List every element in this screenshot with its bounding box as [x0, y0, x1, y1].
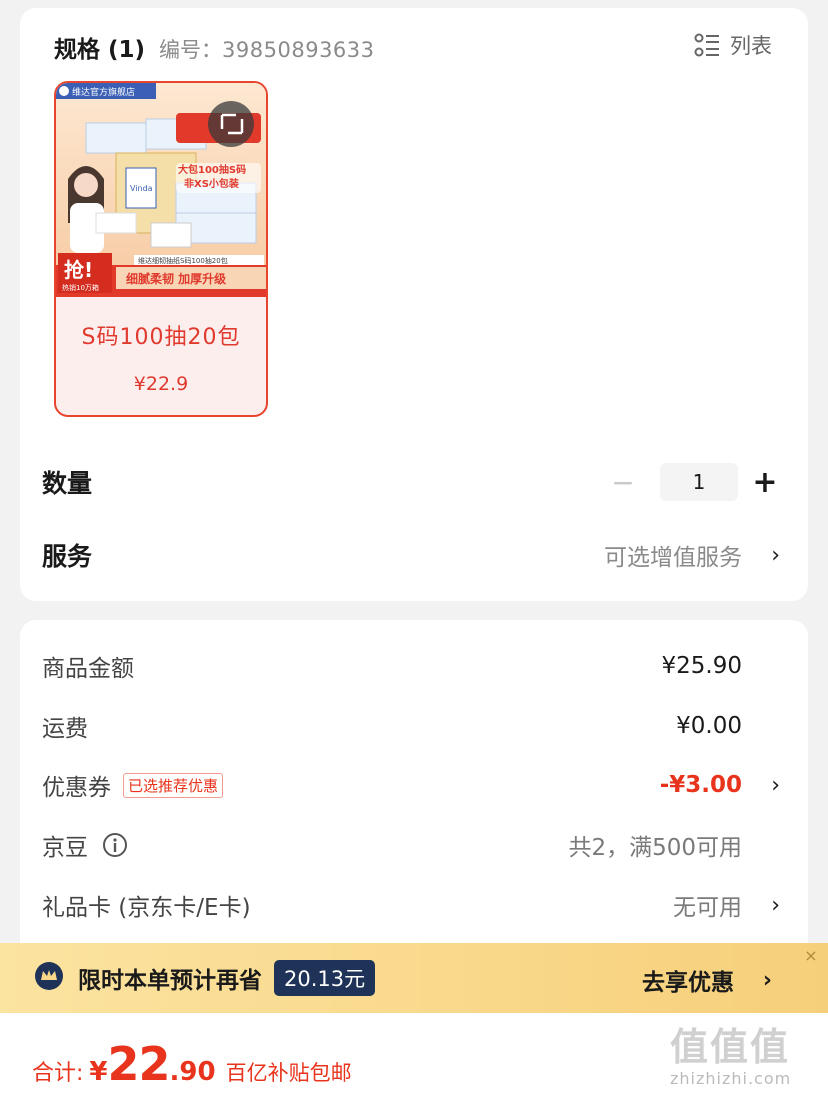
list-view-label: 列表 [730, 34, 772, 58]
chevron-right-icon: › [771, 542, 780, 568]
quantity-input[interactable]: 1 [660, 463, 738, 501]
watermark-logo: 值值值 [670, 1025, 791, 1069]
image-slogan: 细腻柔韧 加厚升级 [126, 271, 226, 286]
gift-card-row[interactable]: 礼品卡 (京东卡/E卡) 无可用 › [42, 885, 780, 925]
total-currency: ¥ [89, 1057, 108, 1087]
list-icon [694, 33, 719, 57]
jd-beans-row: 京豆 共2，满500可用 [42, 825, 780, 865]
image-promo-big: 大包100抽S码 [178, 163, 246, 176]
jd-beans-value-wrap: 共2，满500可用 [568, 828, 780, 862]
coupon-tag: 已选推荐优惠 [123, 772, 224, 798]
coupon-row[interactable]: 优惠券 已选推荐优惠 -¥3.00 › [42, 765, 780, 805]
coupon-value-wrap: -¥3.00 › [660, 772, 780, 798]
promo-bar[interactable]: 限时本单预计再省 20.13元 去享优惠 › × [0, 943, 828, 1013]
promo-amount-badge: 20.13元 [274, 960, 376, 996]
coupon-label: 优惠券 [42, 775, 111, 801]
spec-header: 规格 (1) 编号： 39850893633 [54, 30, 375, 64]
goods-amount-value: ¥25.90 [661, 653, 742, 679]
code-label: 编号： [159, 38, 223, 62]
quantity-row: 数量 − 1 + [42, 462, 780, 502]
crown-icon [34, 961, 64, 995]
sku-option-card[interactable]: 维达官方旗舰店 Vinda 大包100抽S码 非XS小包装 维达细韧抽纸S码10… [54, 81, 268, 417]
list-view-toggle[interactable]: 列表 [694, 30, 772, 60]
shipping-value: ¥0.00 [676, 713, 742, 739]
gift-card-value: 无可用 [673, 895, 742, 921]
image-grab: 抢! [64, 258, 93, 282]
jd-beans-label: 京豆 [42, 835, 88, 861]
promo-cta-label: 去享优惠 [642, 970, 734, 996]
chevron-right-icon: › [771, 772, 780, 798]
code-value: 39850893633 [222, 38, 375, 62]
sku-price: ¥22.9 [133, 373, 189, 395]
gift-card-value-wrap: 无可用 › [673, 888, 780, 922]
total-label: 合计: [32, 1061, 84, 1086]
watermark-url: zhizhizhi.com [670, 1069, 792, 1088]
jd-beans-value: 共2，满500可用 [568, 835, 742, 861]
svg-text:Vinda: Vinda [130, 184, 153, 193]
goods-amount-value-wrap: ¥25.90 [662, 653, 780, 679]
image-caption: 维达细韧抽纸S码100抽20包 [138, 256, 228, 265]
spec-card: 规格 (1) 编号： 39850893633 列表 维达官方旗舰店 Vinda … [20, 8, 808, 601]
promo-text: 限时本单预计再省 [78, 968, 262, 994]
service-label: 服务 [42, 542, 93, 571]
chevron-right-icon: › [771, 892, 780, 918]
decrease-button[interactable]: − [608, 466, 638, 499]
goods-amount-label: 商品金额 [42, 656, 134, 682]
watermark: 值值值 zhizhizhi.com [670, 1016, 820, 1090]
info-icon[interactable] [102, 832, 128, 858]
close-icon[interactable]: × [802, 947, 820, 965]
image-sold: 热销10万箱 [62, 283, 99, 292]
jd-beans-label-wrap: 京豆 [42, 828, 128, 862]
shipping-label: 运费 [42, 716, 88, 742]
shipping-value-wrap: ¥0.00 [676, 713, 780, 739]
coupon-value: -¥3.00 [659, 772, 742, 798]
total-decimal: .90 [169, 1057, 216, 1087]
service-value: 可选增值服务 [604, 545, 742, 571]
sku-product-image: 维达官方旗舰店 Vinda 大包100抽S码 非XS小包装 维达细韧抽纸S码10… [56, 83, 266, 297]
service-row[interactable]: 服务 可选增值服务 › [42, 535, 780, 575]
sku-name: S码100抽20包 [81, 325, 241, 350]
total-amount: 合计: ¥ 22 .90 百亿补贴包邮 [32, 1037, 352, 1091]
gift-card-label: 礼品卡 (京东卡/E卡) [42, 895, 251, 921]
goods-amount-row: 商品金额 ¥25.90 [42, 646, 780, 686]
chevron-right-icon: › [762, 967, 772, 993]
promo-cta-button[interactable]: 去享优惠 › [642, 963, 772, 997]
increase-button[interactable]: + [750, 465, 780, 500]
quantity-label: 数量 [42, 469, 93, 498]
image-store-text: 维达官方旗舰店 [72, 86, 135, 98]
spec-title: 规格 (1) [54, 37, 146, 63]
service-value-wrap: 可选增值服务 › [604, 538, 780, 572]
coupon-label-wrap: 优惠券 已选推荐优惠 [42, 768, 224, 802]
total-integer: 22 [107, 1037, 171, 1091]
image-promo-small: 非XS小包装 [184, 177, 239, 190]
shipping-row: 运费 ¥0.00 [42, 706, 780, 746]
quantity-stepper: − 1 + [608, 463, 780, 501]
price-card: 商品金额 ¥25.90 运费 ¥0.00 优惠券 已选推荐优惠 -¥3.00 ›… [20, 620, 808, 960]
total-note: 百亿补贴包邮 [225, 1061, 352, 1085]
